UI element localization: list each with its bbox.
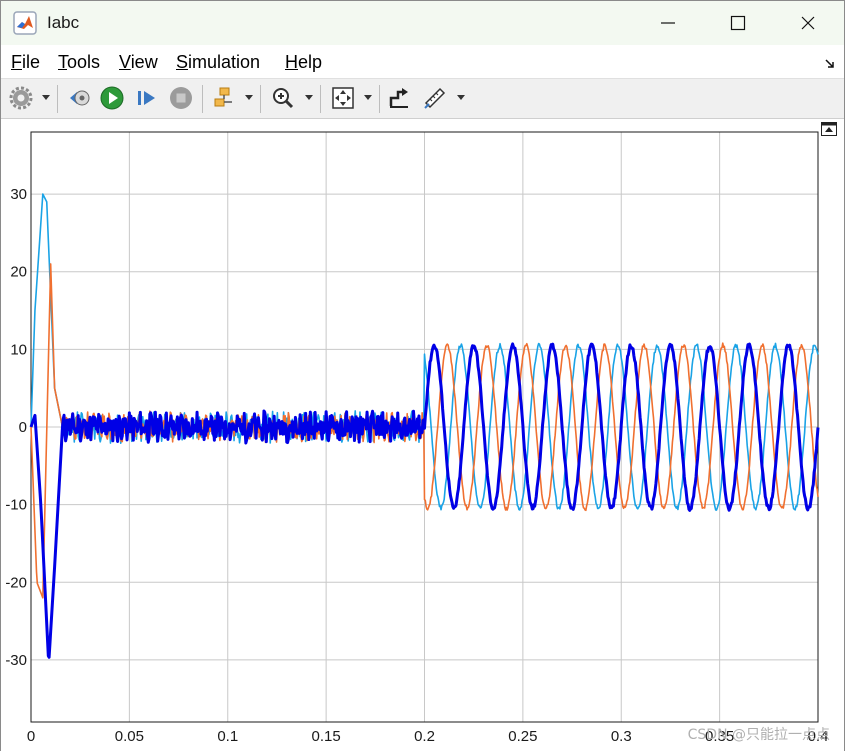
zoom-dropdown-icon[interactable] [305,95,313,101]
menu-tools[interactable]: Tools [58,52,100,73]
menu-view[interactable]: View [119,52,158,73]
y-tick-label: 0 [19,419,27,436]
menu-view-label: iew [130,52,158,72]
toolbar-separator [202,85,203,113]
highlight-block-icon[interactable] [212,86,236,110]
menu-simulation[interactable]: Simulation [176,52,260,73]
menu-tools-accel: T [58,52,67,72]
x-tick-label: 0.2 [414,728,435,745]
zoom-icon[interactable] [271,86,295,110]
signal-select-icon[interactable] [388,86,412,110]
watermark: CSDN @只能拉一点点 [687,727,830,743]
toolbar-separator [260,85,261,113]
axes-expand-icon[interactable] [821,122,837,136]
y-tick-label: -20 [5,574,27,591]
y-tick-label: -10 [5,497,27,514]
x-tick-label: 0.25 [508,728,537,745]
scope-chart[interactable]: 0 0.05 0.1 0.15 0.2 0.25 0.3 0.35 0.4 3020100-10… [1,119,844,751]
y-tick-label: -30 [5,652,27,669]
menu-help-label: elp [298,52,323,72]
menu-view-accel: V [119,52,131,72]
fit-dropdown-icon[interactable] [364,95,372,101]
menu-simulation-accel: S [176,52,189,72]
scope-window: Iabc File Tools View Simulation Help 0 0… [0,0,845,751]
step-forward-icon[interactable] [135,86,159,110]
scope-plot-area[interactable]: 0 0.05 0.1 0.15 0.2 0.25 0.3 0.35 0.4 30 20 10 0 -10… [1,119,844,751]
y-tick-label: 30 [10,186,27,203]
x-tick-label: 0.15 [312,728,341,745]
menu-file-accel: F [11,52,22,72]
menu-help-accel: H [285,52,298,72]
y-tick-label: 10 [10,341,27,358]
undock-arrow-icon[interactable] [824,57,836,69]
x-tick-label: 0.05 [115,728,144,745]
y-tick-labels: 30 20 10 0 -10 -20 -30 [5,186,27,669]
minimize-button[interactable] [644,1,692,45]
maximize-button[interactable] [714,1,762,45]
gear-icon[interactable] [9,86,33,110]
close-icon [801,16,815,30]
title-bar[interactable]: Iabc [1,1,844,45]
toolbar-separator [57,85,58,113]
step-back-icon[interactable] [67,86,91,110]
gear-dropdown-icon[interactable] [42,95,50,101]
toolbar-separator [320,85,321,113]
x-tick-label: 0.3 [611,728,632,745]
window-title: Iabc [47,13,80,32]
maximize-icon [730,15,746,31]
menu-file-label: ile [22,52,41,72]
measure-icon[interactable] [423,86,447,110]
minimize-icon [661,22,675,24]
matlab-logo-icon [13,11,37,35]
menu-file[interactable]: File [11,52,40,73]
x-tick-label: 0.1 [217,728,238,745]
menu-tools-label: ools [67,52,101,72]
stop-icon[interactable] [169,86,193,110]
x-tick-label: 0 [27,728,35,745]
close-button[interactable] [784,1,832,45]
menu-bar: File Tools View Simulation Help [1,45,844,79]
highlight-dropdown-icon[interactable] [245,95,253,101]
menu-simulation-label: imulation [188,52,261,72]
fit-to-view-icon[interactable] [331,86,355,110]
y-tick-label: 20 [10,264,27,281]
toolbar [1,79,844,119]
menu-help[interactable]: Help [285,52,322,73]
run-icon[interactable] [100,86,124,110]
measure-dropdown-icon[interactable] [457,95,465,101]
toolbar-separator [379,85,380,113]
